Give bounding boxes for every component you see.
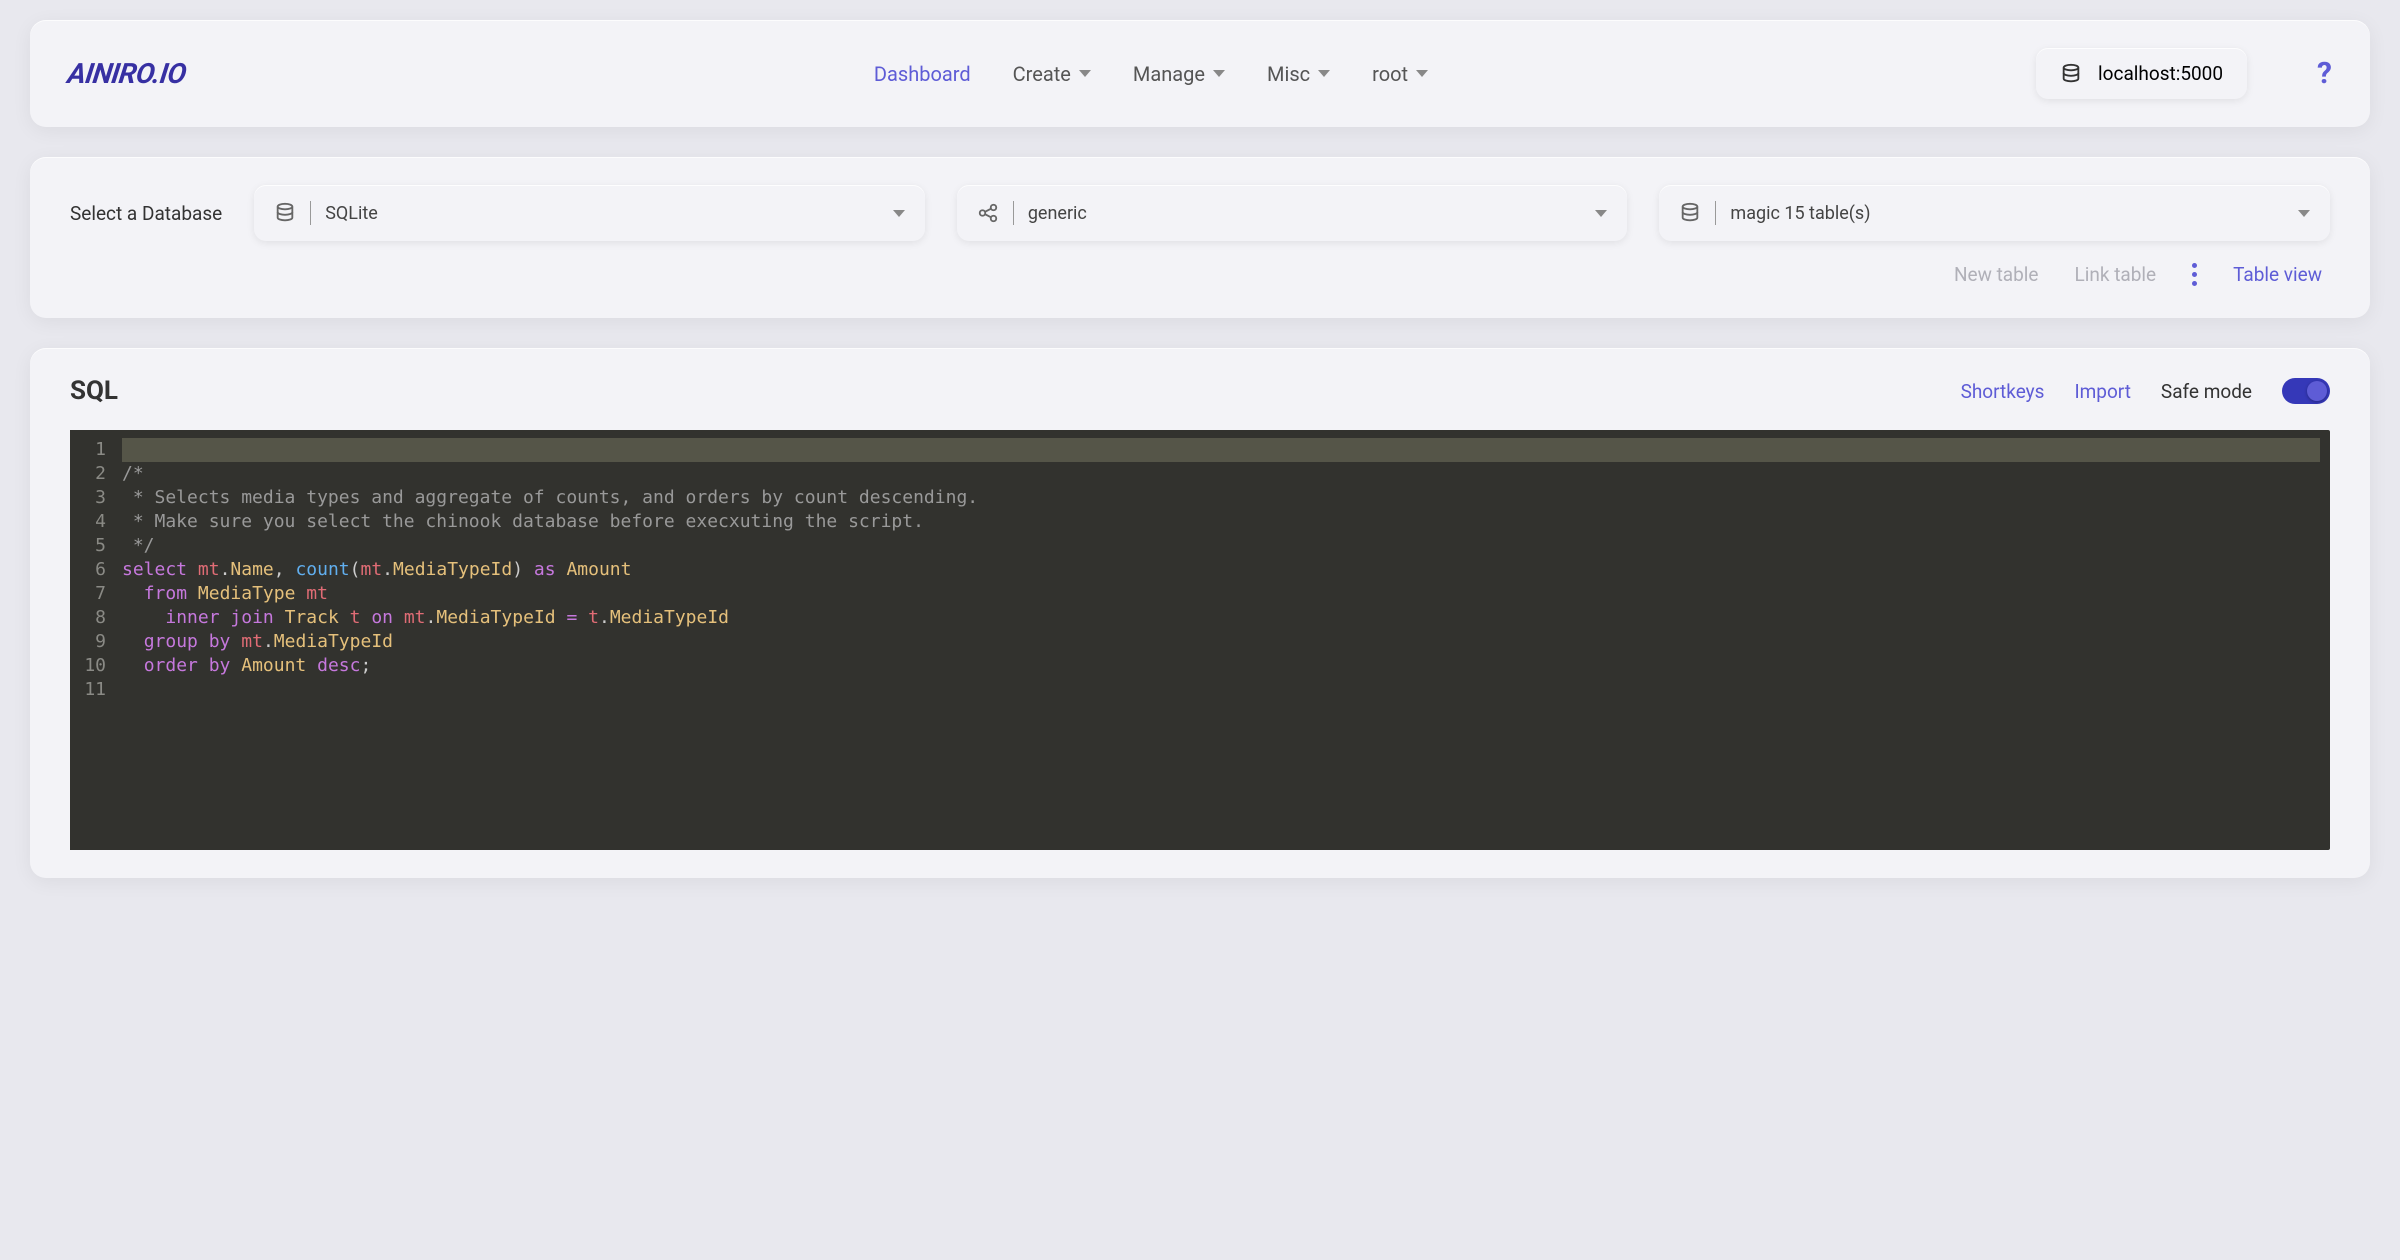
chevron-down-icon [1213,70,1225,77]
database-icon [1679,202,1701,224]
chevron-down-icon [893,210,905,217]
new-table-button[interactable]: New table [1954,263,2039,286]
chevron-down-icon [1595,210,1607,217]
top-header: AINIRO.IO Dashboard Create Manage Misc r… [30,20,2370,127]
tables-value: magic 15 table(s) [1730,203,2284,224]
engine-select[interactable]: SQLite [254,185,925,241]
separator [1013,201,1014,225]
code-area[interactable]: /* * Selects media types and aggregate o… [112,430,2330,850]
chevron-down-icon [1416,70,1428,77]
logo: AINIRO.IO [66,57,189,90]
chevron-down-icon [1079,70,1091,77]
nav-root-label: root [1372,62,1408,86]
host-selector[interactable]: localhost:5000 [2036,48,2247,99]
database-icon [2060,63,2082,85]
nav-dashboard-label: Dashboard [874,62,971,86]
engine-value: SQLite [325,203,879,224]
tables-select[interactable]: magic 15 table(s) [1659,185,2330,241]
separator [1715,201,1716,225]
database-icon [274,202,296,224]
sql-editor[interactable]: 1 2 3 4 5 6 7 8 9 10 11 /* * Selects med… [70,430,2330,850]
safe-mode-label: Safe mode [2161,380,2252,403]
database-panel: Select a Database SQLite generic magic 1… [30,157,2370,318]
nav-create[interactable]: Create [1013,62,1091,86]
connection-value: generic [1028,203,1582,224]
nav-manage[interactable]: Manage [1133,62,1225,86]
help-button[interactable]: ? [2317,56,2332,91]
nav-manage-label: Manage [1133,62,1205,86]
safe-mode-toggle[interactable] [2282,378,2330,404]
sql-header: SQL Shortkeys Import Safe mode [70,376,2330,406]
chevron-down-icon [1318,70,1330,77]
connection-select[interactable]: generic [957,185,1628,241]
more-menu-button[interactable] [2192,263,2197,286]
connection-icon [977,202,999,224]
nav-misc-label: Misc [1267,62,1310,86]
nav-create-label: Create [1013,62,1071,86]
host-label: localhost:5000 [2098,62,2223,85]
link-table-button[interactable]: Link table [2075,263,2157,286]
db-actions: New table Link table Table view [70,263,2330,286]
table-view-button[interactable]: Table view [2233,263,2322,286]
nav-root[interactable]: root [1372,62,1428,86]
sql-panel: SQL Shortkeys Import Safe mode 1 2 3 4 5… [30,348,2370,878]
main-nav: Dashboard Create Manage Misc root [794,62,1428,86]
line-gutter: 1 2 3 4 5 6 7 8 9 10 11 [70,430,112,850]
nav-misc[interactable]: Misc [1267,62,1330,86]
database-selectors: Select a Database SQLite generic magic 1… [70,185,2330,241]
sql-title: SQL [70,376,1931,406]
import-link[interactable]: Import [2074,380,2130,403]
separator [310,201,311,225]
db-label: Select a Database [70,202,222,225]
nav-dashboard[interactable]: Dashboard [874,62,971,86]
shortkeys-link[interactable]: Shortkeys [1961,380,2045,403]
chevron-down-icon [2298,210,2310,217]
